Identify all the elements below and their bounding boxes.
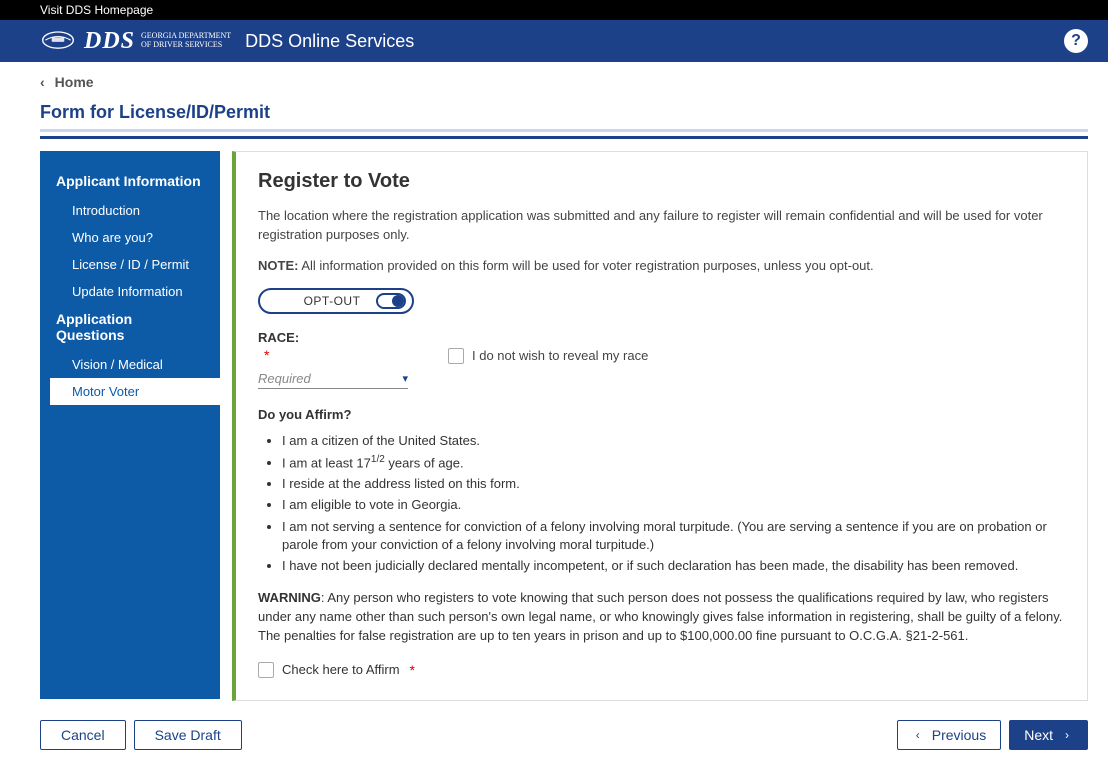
race-select[interactable]: Required ▾ xyxy=(258,371,408,389)
next-button[interactable]: Next › xyxy=(1009,720,1088,750)
affirm-list: I am a citizen of the United States. I a… xyxy=(258,432,1065,576)
race-select-placeholder: Required xyxy=(258,371,402,386)
affirm-item: I am at least 171/2 years of age. xyxy=(282,453,1065,473)
note-label: NOTE: xyxy=(258,258,298,273)
affirm-item: I am eligible to vote in Georgia. xyxy=(282,496,1065,514)
affirm-check-row: Check here to Affirm * xyxy=(258,662,1065,678)
sidebar-item-who-are-you[interactable]: Who are you? xyxy=(40,224,220,251)
dds-seal-icon xyxy=(40,26,76,56)
sidebar-item-motor-voter[interactable]: Motor Voter xyxy=(50,378,220,405)
breadcrumb: ‹ Home xyxy=(40,62,1088,102)
opt-out-label: OPT-OUT xyxy=(288,294,376,308)
affirm-item: I have not been judicially declared ment… xyxy=(282,557,1065,575)
cancel-button[interactable]: Cancel xyxy=(40,720,126,750)
warning-text: WARNING: Any person who registers to vot… xyxy=(258,589,1065,646)
no-reveal-row: I do not wish to reveal my race xyxy=(448,348,648,364)
no-reveal-checkbox[interactable] xyxy=(448,348,464,364)
affirm-item: I am a citizen of the United States. xyxy=(282,432,1065,450)
affirm-checkbox[interactable] xyxy=(258,662,274,678)
affirm-title: Do you Affirm? xyxy=(258,407,1065,422)
header-bar: DDS Georgia Department Of Driver Service… xyxy=(0,20,1108,62)
previous-button[interactable]: ‹ Previous xyxy=(897,720,1001,750)
intro-text: The location where the registration appl… xyxy=(258,207,1065,245)
required-star: * xyxy=(264,347,269,363)
logo-sub-text: Georgia Department Of Driver Services xyxy=(141,32,231,50)
sidebar: Applicant Information Introduction Who a… xyxy=(40,151,220,699)
content-panel: Register to Vote The location where the … xyxy=(232,151,1088,701)
affirm-item: I am not serving a sentence for convicti… xyxy=(282,518,1065,554)
toggle-switch-icon xyxy=(376,293,406,309)
title-accent xyxy=(40,136,1088,139)
breadcrumb-home-link[interactable]: Home xyxy=(55,74,94,90)
sidebar-section-applicant: Applicant Information xyxy=(40,167,220,197)
required-star: * xyxy=(410,662,415,678)
chevron-down-icon: ▾ xyxy=(402,372,408,385)
help-icon[interactable]: ? xyxy=(1064,29,1088,53)
breadcrumb-back-icon[interactable]: ‹ xyxy=(40,74,45,90)
race-field: RACE: * Required ▾ xyxy=(258,330,408,389)
no-reveal-label: I do not wish to reveal my race xyxy=(472,348,648,363)
chevron-left-icon: ‹ xyxy=(916,728,920,742)
note-text: NOTE: All information provided on this f… xyxy=(258,257,1065,276)
affirm-check-label: Check here to Affirm xyxy=(282,662,400,677)
visit-homepage-link[interactable]: Visit DDS Homepage xyxy=(40,3,153,17)
warning-label: WARNING xyxy=(258,590,321,605)
sidebar-item-introduction[interactable]: Introduction xyxy=(40,197,220,224)
page-title: Form for License/ID/Permit xyxy=(40,102,1088,132)
sidebar-item-license-id-permit[interactable]: License / ID / Permit xyxy=(40,251,220,278)
affirm-item: I reside at the address listed on this f… xyxy=(282,475,1065,493)
footer-actions: Cancel Save Draft ‹ Previous Next › xyxy=(0,701,1108,768)
chevron-right-icon: › xyxy=(1065,728,1069,742)
save-draft-button[interactable]: Save Draft xyxy=(134,720,242,750)
sidebar-section-questions: Application Questions xyxy=(40,305,220,351)
service-title: DDS Online Services xyxy=(245,31,414,52)
sidebar-item-vision-medical[interactable]: Vision / Medical xyxy=(40,351,220,378)
opt-out-toggle[interactable]: OPT-OUT xyxy=(258,288,414,314)
logo-main-text: DDS xyxy=(84,28,135,55)
race-label: RACE: xyxy=(258,330,408,345)
content-heading: Register to Vote xyxy=(258,170,1065,193)
sidebar-item-update-information[interactable]: Update Information xyxy=(40,278,220,305)
top-bar: Visit DDS Homepage xyxy=(0,0,1108,20)
logo: DDS Georgia Department Of Driver Service… xyxy=(40,26,231,56)
